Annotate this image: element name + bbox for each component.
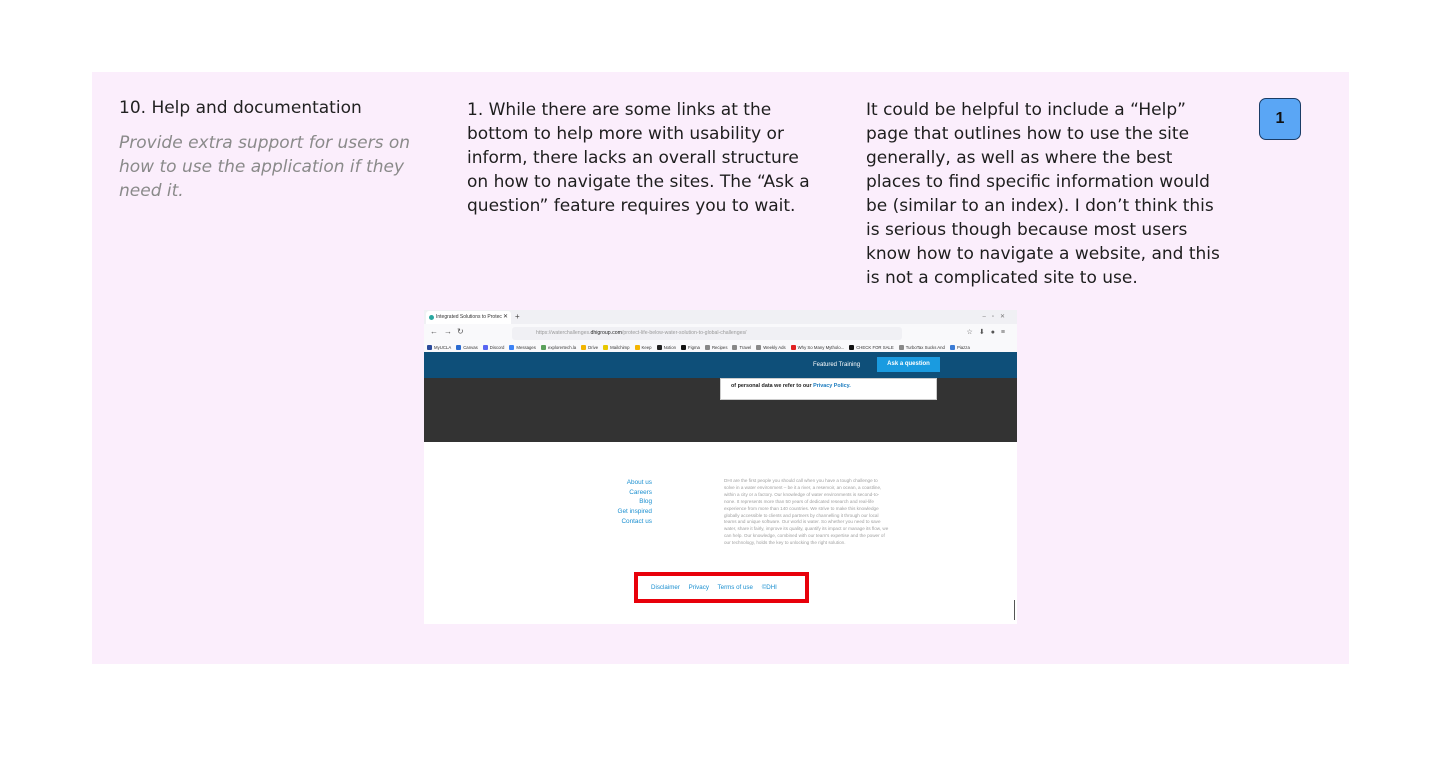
bookmark-label: Mailchimp: [610, 345, 630, 350]
bookmark-label: MyUCLA: [434, 345, 452, 350]
bookmark-label: Travel: [739, 345, 752, 350]
bookmark-icon: [427, 345, 432, 351]
bookmark-icon: [949, 345, 955, 351]
bookmark-item[interactable]: Figma: [680, 345, 700, 351]
bookmark-label: Figma: [687, 345, 700, 350]
bookmark-label: Notion: [663, 345, 676, 350]
bookmark-icon: [603, 345, 609, 351]
bookmark-label: Recipes: [711, 345, 728, 350]
bookmark-item[interactable]: Discord: [482, 345, 505, 351]
bookmark-item[interactable]: Mailchimp: [603, 345, 630, 351]
popup-text: of personal data we refer to our: [731, 383, 814, 389]
bookmark-item[interactable]: Weekly Ads: [756, 345, 786, 351]
privacy-popup: of personal data we refer to our Privacy…: [720, 378, 937, 400]
back-icon[interactable]: ←: [430, 327, 438, 336]
about-text: DHI are the first people you should call…: [724, 478, 889, 546]
bookmark-item[interactable]: Keep: [634, 345, 652, 351]
bookmark-icon: [540, 345, 546, 351]
footer-links: About us Careers Blog Get inspired Conta…: [604, 478, 652, 527]
bookmark-label: Drive: [588, 345, 599, 350]
privacy-policy-link[interactable]: Privacy Policy.: [813, 383, 851, 389]
bookmark-icon: [849, 345, 855, 351]
bookmark-item[interactable]: explorertech.la: [540, 345, 577, 351]
bookmark-item[interactable]: Recipes: [704, 345, 728, 351]
bookmark-icon: [756, 345, 762, 351]
bookmark-icon: [482, 345, 488, 351]
browser-tab-bar: Integrated Solutions to Protec ✕ + –▫✕: [424, 310, 1017, 324]
forward-icon[interactable]: →: [444, 327, 452, 336]
ask-question-button[interactable]: Ask a question: [877, 357, 940, 372]
tab-title: Integrated Solutions to Protec: [436, 314, 502, 320]
bookmark-icon: [732, 345, 738, 351]
browser-tab[interactable]: Integrated Solutions to Protec ✕: [426, 311, 511, 324]
heuristic-description: Provide extra support for users on how t…: [119, 133, 411, 201]
bookmark-item[interactable]: Piazza: [949, 345, 970, 351]
site-header: Featured Training Ask a question: [424, 352, 1017, 378]
footer-link-about[interactable]: About us: [604, 478, 652, 488]
bookmark-label: Piazza: [956, 345, 970, 350]
heuristic-title: 10. Help and documentation: [119, 98, 362, 118]
bookmark-label: Messages: [516, 345, 536, 350]
bookmark-item[interactable]: Notion: [656, 345, 676, 351]
bookmark-icon: [509, 345, 515, 351]
bookmark-label: Why So Many Mytholo...: [797, 345, 845, 350]
window-controls[interactable]: –▫✕: [983, 310, 1012, 324]
issue-description: 1. While there are some links at the bot…: [467, 100, 810, 216]
bookmark-item[interactable]: Messages: [509, 345, 536, 351]
bookmark-icon: [456, 345, 462, 351]
bookmark-item[interactable]: TurboTax Sucks And: [898, 345, 945, 351]
bookmark-icon: [680, 345, 686, 351]
bookmark-label: CHECK FOR SALE: [856, 345, 894, 350]
url-path: /protect-life-below-water-solution-to-gl…: [621, 330, 747, 336]
bookmark-label: Keep: [641, 345, 652, 350]
bookmark-item[interactable]: Canvas: [456, 345, 478, 351]
url-prefix: https://waterchallenges.: [536, 330, 591, 336]
browser-nav-bar: ← → ↻ https://waterchallenges.dhigroup.c…: [424, 324, 1017, 343]
recommendation-text: It could be helpful to include a “Help” …: [866, 100, 1220, 288]
featured-training-link[interactable]: Featured Training: [813, 352, 860, 378]
footer-link-contact[interactable]: Contact us: [604, 517, 652, 527]
url-domain: dhigroup.com: [590, 330, 622, 336]
bookmark-item[interactable]: Why So Many Mytholo...: [790, 345, 845, 351]
bookmark-item[interactable]: Travel: [732, 345, 752, 351]
bookmark-icon: [581, 345, 587, 351]
bookmark-icon: [656, 345, 662, 351]
bookmarks-bar: MyUCLA Canvas Discord Messages explorertech.…: [424, 343, 1017, 352]
footer-link-blog[interactable]: Blog: [604, 497, 652, 507]
new-tab-icon[interactable]: +: [515, 310, 520, 324]
footer-link-inspired[interactable]: Get inspired: [604, 507, 652, 517]
bookmark-icon: [790, 345, 796, 351]
bookmark-label: explorertech.la: [547, 345, 577, 350]
bookmark-icon: [634, 345, 640, 351]
bookmark-label: Weekly Ads: [763, 345, 786, 350]
cookie-banner-area: of personal data we refer to our Privacy…: [424, 378, 1017, 442]
bookmark-item[interactable]: MyUCLA: [427, 345, 452, 351]
bookmark-icon: [898, 345, 904, 351]
scrollbar[interactable]: [1014, 600, 1015, 620]
bookmark-label: Canvas: [463, 345, 478, 350]
bookmark-label: TurboTax Sucks And: [905, 345, 945, 350]
browser-toolbar-icons[interactable]: ☆⬇●≡: [967, 328, 1011, 336]
close-tab-icon[interactable]: ✕: [503, 311, 508, 324]
bookmark-item[interactable]: CHECK FOR SALE: [849, 345, 894, 351]
footer-link-careers[interactable]: Careers: [604, 488, 652, 498]
highlight-box: [634, 572, 809, 603]
favicon-icon: [429, 315, 434, 320]
bookmark-label: Discord: [489, 345, 505, 350]
severity-badge: 1: [1259, 98, 1301, 140]
reload-icon[interactable]: ↻: [457, 327, 464, 336]
address-bar[interactable]: https://waterchallenges.dhigroup.com/pro…: [512, 327, 902, 340]
bookmark-icon: [704, 345, 710, 351]
bookmark-item[interactable]: Drive: [581, 345, 599, 351]
